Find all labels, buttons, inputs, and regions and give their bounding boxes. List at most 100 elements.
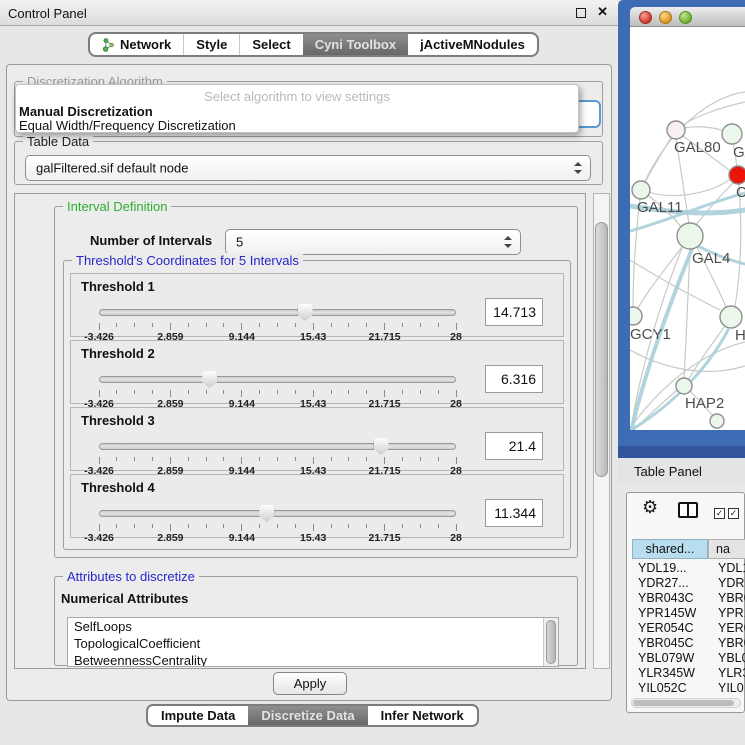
list-item[interactable]: BetweennessCentrality	[68, 652, 558, 667]
table-row[interactable]: YDR27...YDR2	[632, 576, 745, 591]
tab-style[interactable]: Style	[183, 34, 239, 55]
network-node[interactable]	[677, 223, 703, 249]
slider-tick	[188, 323, 189, 327]
list-item[interactable]: SelfLoops	[68, 618, 558, 635]
bottom-tab-impute-data[interactable]: Impute Data	[148, 706, 248, 725]
screen: Control Panel NetworkStyleSelectCyni Too…	[0, 0, 745, 745]
threshold-value-field[interactable]: 14.713	[485, 298, 543, 326]
network-node[interactable]	[729, 166, 745, 184]
network-node[interactable]	[667, 121, 685, 139]
table-cell: YDL1	[718, 561, 745, 575]
bottom-tab-infer-network[interactable]: Infer Network	[368, 706, 477, 725]
popup-option-manual-discretization[interactable]: Manual Discretization	[19, 104, 153, 119]
table-row[interactable]: YIL052CYIL0	[632, 681, 745, 694]
slider-tick	[313, 323, 314, 330]
table-column-header[interactable]: shared...	[632, 539, 708, 559]
slider-tick	[456, 524, 457, 531]
network-graph: GAL80GACGAL11GAL4GCY1HHAP2	[630, 27, 745, 430]
slider-handle[interactable]	[374, 438, 389, 455]
threshold-value-field[interactable]: 11.344	[485, 499, 543, 527]
table-column-header[interactable]: na	[708, 539, 745, 559]
slider-tick	[170, 524, 171, 531]
split-columns-icon[interactable]	[678, 502, 698, 518]
checkbox-icon[interactable]	[714, 508, 725, 519]
threshold-slider[interactable]: -3.4262.8599.14415.4321.71528	[99, 304, 456, 338]
slider-tick	[206, 457, 207, 461]
slider-tick	[348, 323, 349, 327]
bottom-tab-label: Infer Network	[381, 708, 464, 723]
threshold-value-field[interactable]: 6.316	[485, 365, 543, 393]
main-scrollbar-thumb[interactable]	[595, 222, 608, 477]
slider-tick	[420, 390, 421, 394]
slider-tick	[188, 457, 189, 461]
number-of-intervals-combobox[interactable]: 5	[225, 229, 521, 255]
table-row[interactable]: YBL079WYBL0	[632, 651, 745, 666]
mac-minimize-icon[interactable]	[659, 11, 672, 24]
network-edge	[735, 184, 741, 306]
slider-handle[interactable]	[259, 505, 274, 522]
table-row[interactable]: YDL19...YDL1	[632, 561, 745, 576]
main-scrollbar[interactable]	[593, 193, 610, 669]
table-cell: YBR043C	[638, 591, 694, 605]
attributes-scrollbar[interactable]	[543, 618, 558, 666]
table-data-combobox[interactable]: galFiltered.sif default node	[25, 155, 591, 181]
slider-track[interactable]	[99, 510, 456, 517]
slider-tick	[134, 323, 135, 327]
table-row[interactable]: YLR345WYLR3	[632, 666, 745, 681]
table-cell: YLR3	[718, 666, 745, 680]
network-node[interactable]	[710, 414, 724, 428]
close-icon[interactable]	[597, 4, 608, 20]
tab-network[interactable]: Network	[90, 34, 183, 55]
tab-jactivemnodules[interactable]: jActiveMNodules	[408, 34, 537, 55]
network-node[interactable]	[632, 181, 650, 199]
table-horizontal-scrollbar-thumb[interactable]	[633, 700, 734, 706]
table-row[interactable]: YER054CYER0	[632, 621, 745, 636]
slider-track[interactable]	[99, 309, 456, 316]
tab-bar: NetworkStyleSelectCyni ToolboxjActiveMNo…	[88, 32, 539, 57]
table-row[interactable]: YPR145WYPR1	[632, 606, 745, 621]
numerical-attributes-label: Numerical Attributes	[61, 591, 188, 606]
table-row[interactable]: YBR043CYBR0	[632, 591, 745, 606]
float-window-icon[interactable]	[576, 8, 586, 18]
threshold-value-field[interactable]: 21.4	[485, 432, 543, 460]
threshold-slider[interactable]: -3.4262.8599.14415.4321.71528	[99, 505, 456, 539]
slider-track[interactable]	[99, 443, 456, 450]
threshold-slider[interactable]: -3.4262.8599.14415.4321.71528	[99, 371, 456, 405]
combo-spinner-icon	[504, 236, 512, 248]
number-of-intervals-value: 5	[236, 235, 243, 250]
attributes-scrollbar-thumb[interactable]	[546, 620, 556, 664]
network-node[interactable]	[720, 306, 742, 328]
apply-button[interactable]: Apply	[273, 672, 347, 695]
network-node-label: GA	[733, 144, 745, 161]
slider-track[interactable]	[99, 376, 456, 383]
tab-cyni-toolbox[interactable]: Cyni Toolbox	[303, 34, 408, 55]
network-node[interactable]	[676, 378, 692, 394]
table-horizontal-scrollbar[interactable]	[631, 698, 741, 708]
table-cell: YBR045C	[638, 636, 694, 650]
checkbox-icon[interactable]	[728, 508, 739, 519]
slider-tick	[259, 524, 260, 528]
network-node[interactable]	[630, 307, 642, 325]
slider-tick	[295, 323, 296, 327]
table-row[interactable]: YBR045CYBR0	[632, 636, 745, 651]
mac-zoom-icon[interactable]	[679, 11, 692, 24]
gear-icon[interactable]	[642, 497, 658, 518]
popup-option-equal-width-frequency[interactable]: Equal Width/Frequency Discretization	[19, 118, 236, 133]
network-canvas[interactable]: GAL80GACGAL11GAL4GCY1HHAP2	[630, 27, 745, 430]
slider-handle[interactable]	[202, 371, 217, 388]
slider-tick	[170, 390, 171, 397]
bottom-tab-discretize-data[interactable]: Discretize Data	[248, 706, 367, 725]
tab-select[interactable]: Select	[239, 34, 302, 55]
slider-scale-label: 15.43	[300, 532, 326, 544]
slider-tick	[188, 390, 189, 394]
network-window-titlebar[interactable]	[630, 7, 745, 27]
slider-tick	[456, 457, 457, 464]
slider-handle[interactable]	[298, 304, 313, 321]
threshold-slider[interactable]: -3.4262.8599.14415.4321.71528	[99, 438, 456, 472]
threshold-panel: Threshold 1-3.4262.8599.14415.4321.71528…	[70, 273, 564, 337]
network-node[interactable]	[722, 124, 742, 144]
mac-close-icon[interactable]	[639, 11, 652, 24]
list-item[interactable]: TopologicalCoefficient	[68, 635, 558, 652]
slider-tick	[134, 390, 135, 394]
slider-scale-label: 21.715	[369, 532, 401, 544]
